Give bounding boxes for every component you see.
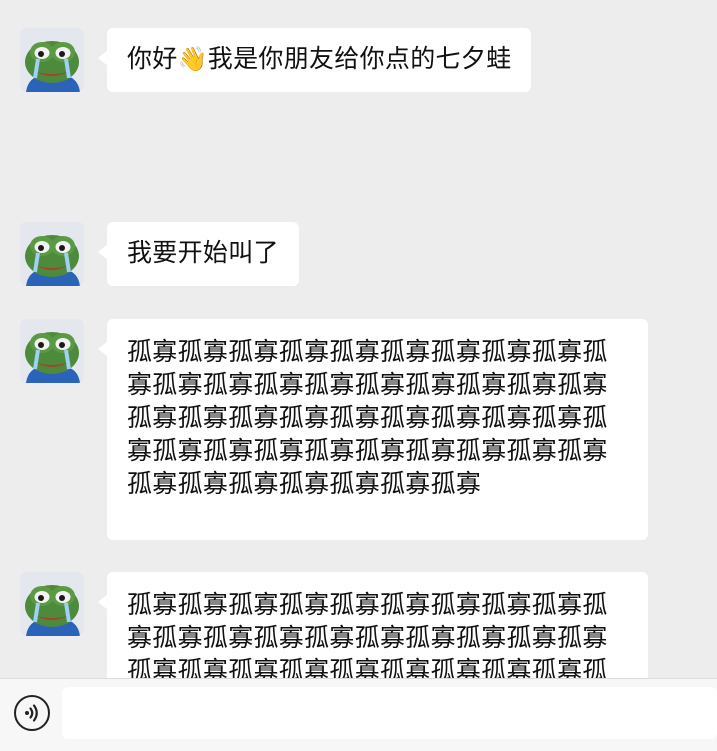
crying-frog-avatar-icon[interactable] (20, 319, 84, 383)
crying-frog-avatar-icon[interactable] (20, 222, 84, 286)
message-text: 我是你朋友给你点的七夕蛙 (207, 44, 512, 73)
message-bubble[interactable]: 你好👋我是你朋友给你点的七夕蛙 (97, 28, 532, 92)
message-bubble[interactable]: 孤寡孤寡孤寡孤寡孤寡孤寡孤寡孤寡孤寡孤寡孤寡孤寡孤寡孤寡孤寡孤寡孤寡孤寡孤寡孤寡… (98, 319, 648, 540)
voice-input-icon[interactable] (14, 695, 50, 731)
message-text: 我要开始叫了 (127, 238, 279, 267)
message-input[interactable] (62, 687, 717, 739)
crying-frog-avatar-icon[interactable] (20, 572, 84, 636)
chat-input-bar (0, 678, 717, 751)
message-bubble[interactable]: 我要开始叫了 (98, 222, 299, 286)
message-text: 孤寡孤寡孤寡孤寡孤寡孤寡孤寡孤寡孤寡孤寡孤寡孤寡孤寡孤寡孤寡孤寡孤寡孤寡孤寡孤寡… (127, 337, 608, 498)
message-text: 孤寡孤寡孤寡孤寡孤寡孤寡孤寡孤寡孤寡孤寡孤寡孤寡孤寡孤寡孤寡孤寡孤寡孤寡孤寡孤寡… (127, 590, 608, 678)
waving-hand-emoji: 👋 (177, 45, 208, 73)
chat-message-list: 你好👋我是你朋友给你点的七夕蛙 我要开始叫了 孤寡孤寡孤寡孤寡孤寡孤寡孤寡孤寡孤… (0, 0, 717, 678)
message-text: 你好 (127, 44, 178, 73)
crying-frog-avatar-icon[interactable] (20, 28, 84, 92)
message-bubble[interactable]: 孤寡孤寡孤寡孤寡孤寡孤寡孤寡孤寡孤寡孤寡孤寡孤寡孤寡孤寡孤寡孤寡孤寡孤寡孤寡孤寡… (98, 572, 648, 678)
